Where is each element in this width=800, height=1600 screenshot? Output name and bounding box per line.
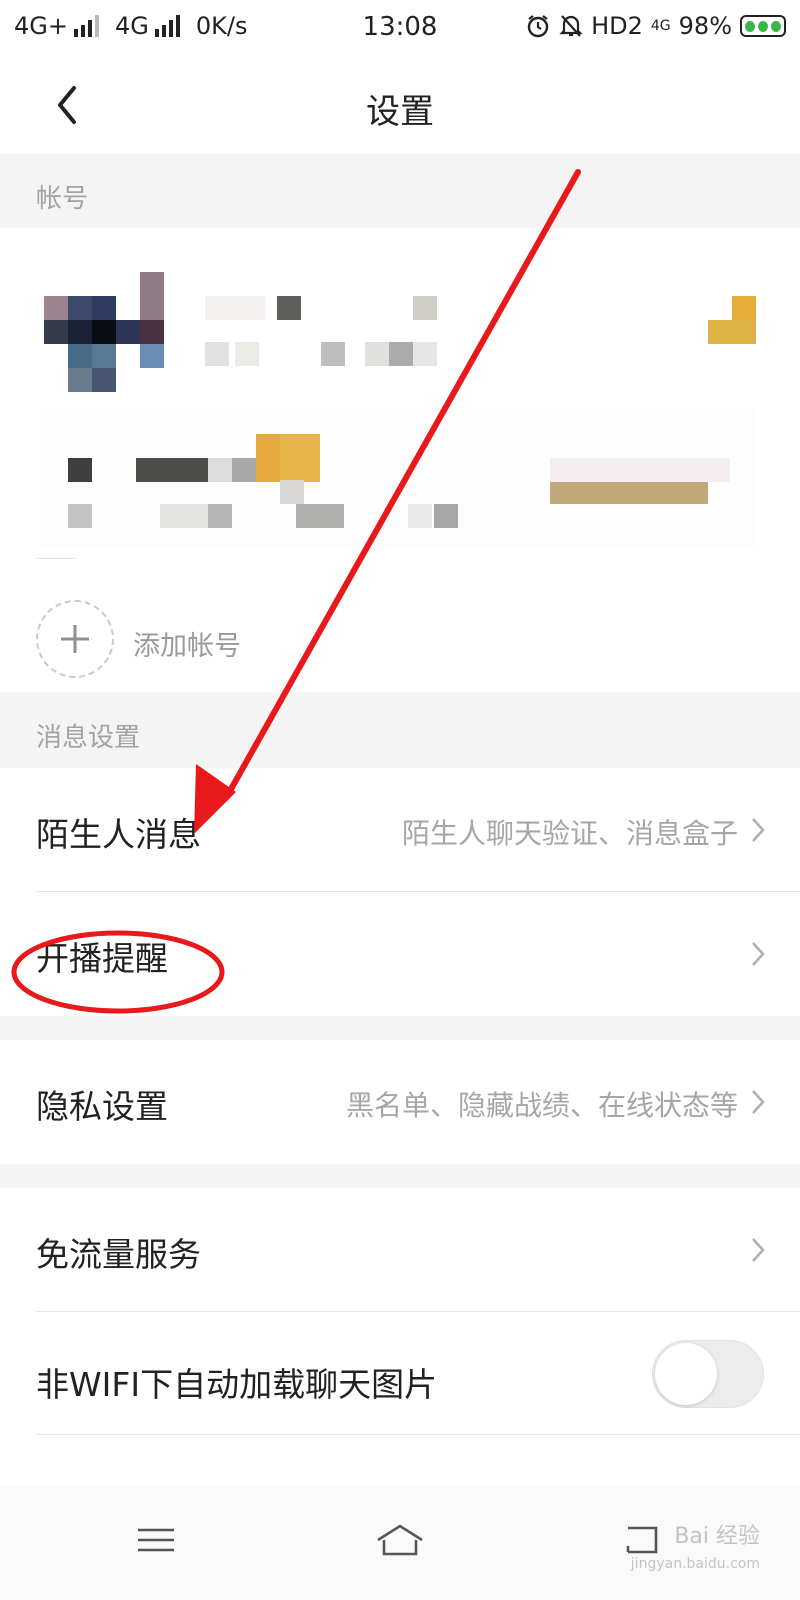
row-label: 开播提醒 <box>36 939 168 978</box>
section-header-message: 消息设置 <box>0 692 800 768</box>
account-badge-blurred <box>708 296 756 344</box>
page-title: 设置 <box>366 92 434 132</box>
row-label: 免流量服务 <box>36 1235 201 1274</box>
chevron-right-icon <box>752 818 765 842</box>
mute-icon <box>559 15 583 37</box>
add-account-button[interactable] <box>36 600 114 678</box>
add-account-label[interactable]: 添加帐号 <box>133 624 241 663</box>
row-stranger-messages[interactable]: 陌生人消息 陌生人聊天验证、消息盒子 <box>0 768 800 892</box>
account-name-blurred <box>205 296 455 366</box>
toggle-knob <box>655 1343 717 1405</box>
menu-icon[interactable] <box>126 1510 186 1570</box>
row-live-reminder[interactable]: 开播提醒 <box>0 892 800 1016</box>
row-label: 非WIFI下自动加载聊天图片 <box>36 1365 438 1404</box>
plus-icon <box>61 625 89 653</box>
row-label: 陌生人消息 <box>36 815 201 854</box>
row-label: 隐私设置 <box>36 1087 168 1126</box>
network-type-3: 4G <box>650 18 671 34</box>
account-panel <box>0 228 800 692</box>
home-icon[interactable] <box>370 1510 430 1570</box>
chevron-right-icon <box>752 942 765 966</box>
chevron-right-icon <box>752 1238 765 1262</box>
privacy-panel: 隐私设置 黑名单、隐藏战绩、在线状态等 <box>0 1040 800 1164</box>
navigation-bar: Bai 经验 jingyan.baidu.com <box>0 1486 800 1600</box>
battery-percent: 98% <box>678 12 732 40</box>
row-hint: 陌生人聊天验证、消息盒子 <box>401 817 738 850</box>
watermark-text: Bai 经验 <box>674 1524 760 1549</box>
row-divider <box>36 1434 800 1435</box>
status-right: HD2 4G 98% <box>525 12 786 40</box>
watermark-url: jingyan.baidu.com <box>630 1556 760 1572</box>
hd-indicator: HD2 <box>591 12 643 40</box>
title-bar: 设置 <box>0 56 800 154</box>
auto-load-images-toggle[interactable] <box>652 1340 764 1408</box>
row-free-data-service[interactable]: 免流量服务 <box>0 1188 800 1312</box>
account-avatar[interactable] <box>44 272 164 392</box>
chevron-right-icon <box>752 1090 765 1114</box>
alarm-icon <box>527 15 549 38</box>
row-privacy-settings[interactable]: 隐私设置 黑名单、隐藏战绩、在线状态等 <box>0 1040 800 1164</box>
row-hint: 黑名单、隐藏战绩、在线状态等 <box>345 1089 738 1122</box>
battery-icon <box>740 15 786 37</box>
account-divider <box>36 558 76 559</box>
data-panel: 免流量服务 非WIFI下自动加载聊天图片 <box>0 1188 800 1486</box>
section-header-account: 帐号 <box>0 154 800 228</box>
account-card-blurred[interactable] <box>40 408 756 548</box>
status-bar: 4G+ 4G 0K/s 13:08 HD2 4G 98% <box>0 0 800 56</box>
message-panel: 陌生人消息 陌生人聊天验证、消息盒子 开播提醒 <box>0 768 800 1016</box>
